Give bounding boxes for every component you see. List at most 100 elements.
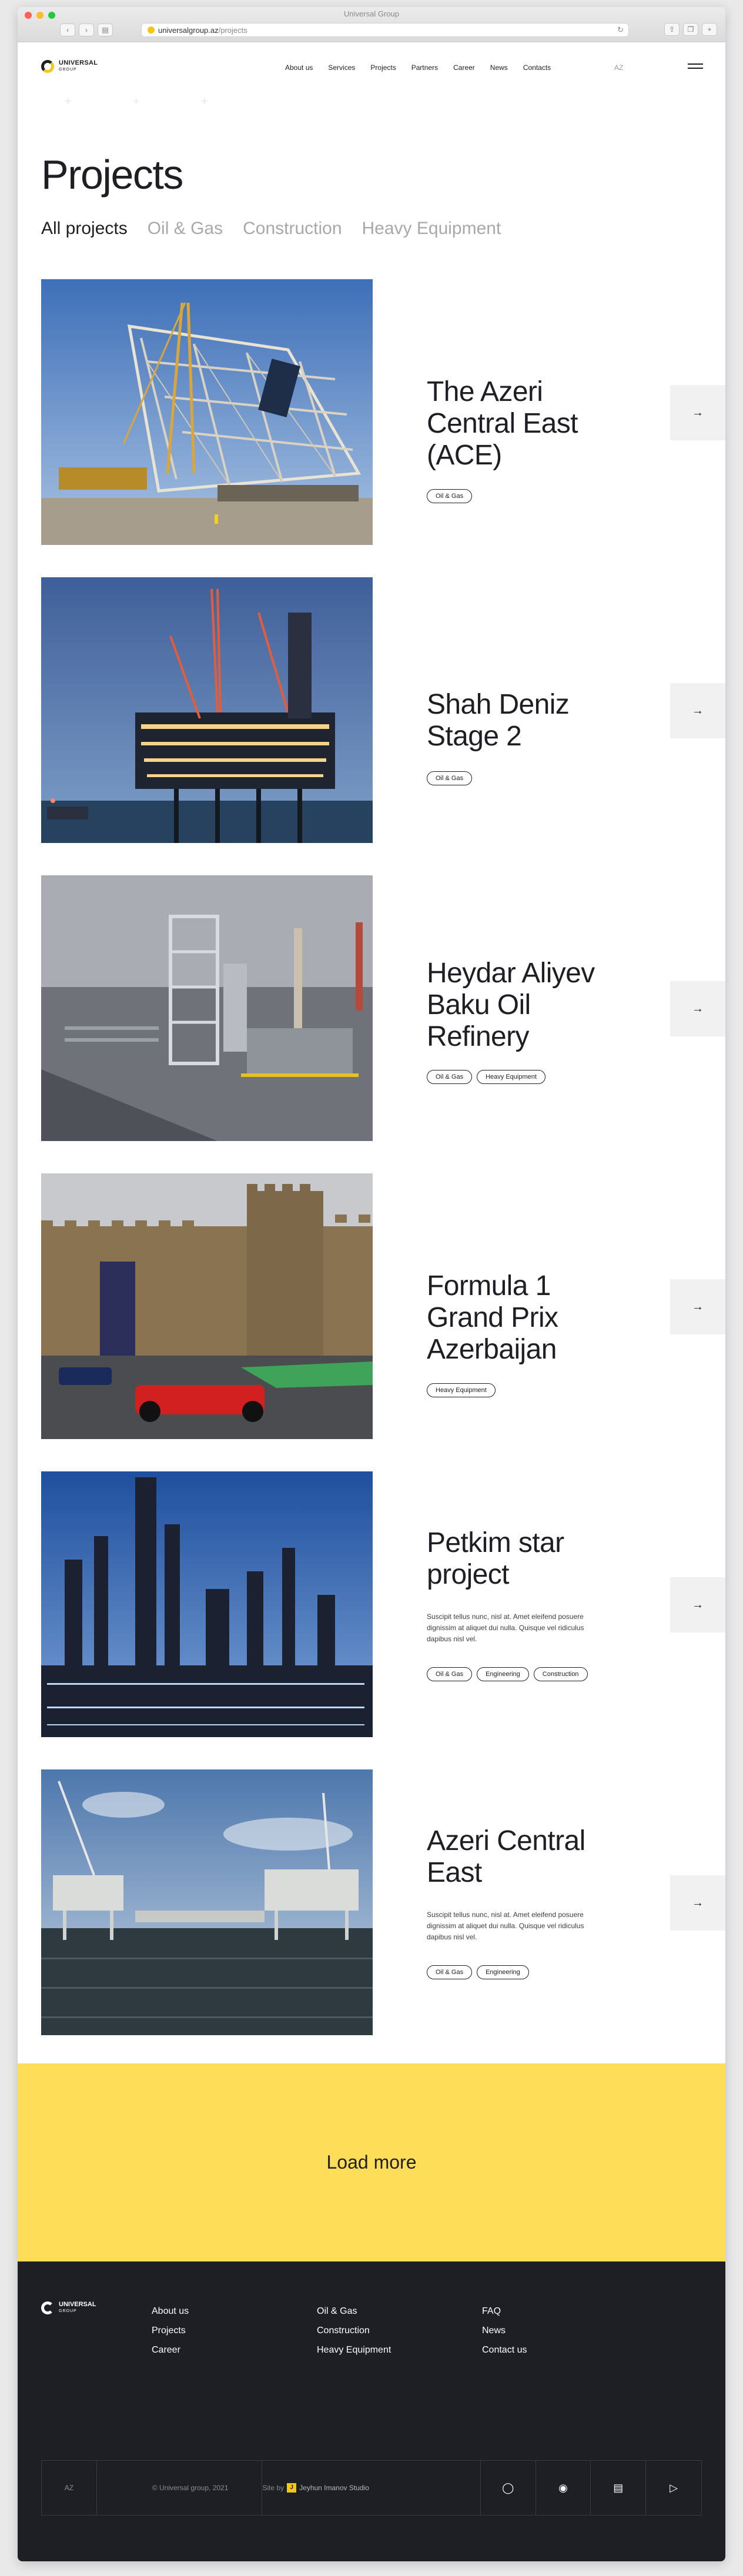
copyright: © Universal group, 2021 — [97, 2461, 263, 2515]
footer-link-news[interactable]: News — [482, 2321, 527, 2340]
arrow-right-icon: → — [692, 704, 704, 717]
project-tags: Oil & Gas — [427, 771, 473, 785]
filter-all-projects[interactable]: All projects — [41, 219, 128, 239]
filter-construction[interactable]: Construction — [243, 219, 342, 239]
project-tag[interactable]: Heavy Equipment — [477, 1070, 545, 1084]
nav-partners[interactable]: Partners — [411, 63, 438, 72]
project-tags: Oil & Gas Engineering — [427, 1965, 529, 1979]
arrow-right-icon: → — [692, 1002, 704, 1015]
open-project-button[interactable]: → — [670, 981, 725, 1036]
project-filters: All projects Oil & Gas Construction Heav… — [41, 219, 501, 239]
site-credit[interactable]: Site by J Jeyhun Imanov Studio — [262, 2461, 481, 2515]
logo-mark-icon — [41, 2301, 54, 2314]
logo-text: UNIVERSAL — [59, 59, 98, 66]
reload-icon[interactable]: ↻ — [617, 25, 624, 35]
project-tag[interactable]: Construction — [533, 1667, 588, 1681]
footer-link-career[interactable]: Career — [152, 2340, 189, 2360]
footer-link-about-us[interactable]: About us — [152, 2301, 189, 2321]
project-title[interactable]: Petkim star project — [427, 1527, 627, 1591]
project-tag[interactable]: Oil & Gas — [427, 771, 473, 785]
footer-link-contact-us[interactable]: Contact us — [482, 2340, 527, 2360]
project-tag[interactable]: Engineering — [477, 1965, 529, 1979]
page-title: Projects — [41, 152, 183, 198]
load-more-button[interactable]: Load more — [18, 2063, 725, 2261]
project-tags: Oil & Gas Engineering Construction — [427, 1667, 588, 1681]
footer-logo[interactable]: UNIVERSAL GROUP — [41, 2301, 96, 2314]
project-card: Azeri Central East Suscipit tellus nunc,… — [41, 1769, 725, 2035]
logo-mark-icon — [41, 60, 54, 73]
site-footer: UNIVERSAL GROUP About us Projects Career … — [18, 2261, 725, 2561]
browser-window: Universal Group ‹ › ▤ universalgroup.az/… — [18, 7, 725, 2561]
tabs-overview-icon[interactable]: ❐ — [683, 23, 698, 36]
filter-oil-gas[interactable]: Oil & Gas — [148, 219, 223, 239]
open-project-button[interactable]: → — [670, 683, 725, 738]
project-image[interactable] — [41, 1471, 373, 1737]
nav-news[interactable]: News — [490, 63, 508, 72]
browser-toolbar: Universal Group ‹ › ▤ universalgroup.az/… — [18, 7, 725, 42]
back-button[interactable]: ‹ — [60, 24, 75, 36]
arrow-right-icon: → — [692, 1300, 704, 1313]
address-bar[interactable]: universalgroup.az/projects ↻ — [141, 23, 629, 37]
footer-link-faq[interactable]: FAQ — [482, 2301, 527, 2321]
footer-link-projects[interactable]: Projects — [152, 2321, 189, 2340]
project-tag[interactable]: Oil & Gas — [427, 1070, 473, 1084]
project-card: Petkim star project Suscipit tellus nunc… — [41, 1471, 725, 1737]
nav-about-us[interactable]: About us — [285, 63, 313, 72]
project-image[interactable] — [41, 1173, 373, 1439]
facebook-icon[interactable]: ◉ — [536, 2461, 591, 2515]
footer-link-construction[interactable]: Construction — [317, 2321, 391, 2340]
project-tag[interactable]: Oil & Gas — [427, 489, 473, 503]
project-card: The Azeri Central East (ACE) Oil & Gas → — [41, 279, 725, 545]
project-tags: Oil & Gas — [427, 489, 473, 503]
footer-logo-text: UNIVERSAL — [59, 2301, 96, 2308]
project-image[interactable] — [41, 577, 373, 843]
site-logo[interactable]: UNIVERSAL GROUP — [41, 60, 98, 73]
nav-projects[interactable]: Projects — [370, 63, 396, 72]
project-title[interactable]: Azeri Central East — [427, 1825, 627, 1889]
project-tag[interactable]: Engineering — [477, 1667, 529, 1681]
menu-icon[interactable] — [688, 63, 703, 72]
close-window-button[interactable] — [25, 12, 32, 19]
forward-button[interactable]: › — [79, 24, 94, 36]
logo-subtext: GROUP — [59, 68, 77, 72]
load-more-label: Load more — [326, 2152, 417, 2173]
footer-link-oil-gas[interactable]: Oil & Gas — [317, 2301, 391, 2321]
nav-services[interactable]: Services — [328, 63, 355, 72]
zoom-window-button[interactable] — [48, 12, 55, 19]
project-card: Heydar Aliyev Baku Oil Refinery Oil & Ga… — [41, 875, 725, 1141]
project-tag[interactable]: Oil & Gas — [427, 1965, 473, 1979]
site-credit-prefix: Site by — [262, 2484, 285, 2492]
project-tags: Heavy Equipment — [427, 1383, 496, 1397]
language-switcher[interactable]: AZ — [614, 63, 623, 72]
footer-language-switcher[interactable]: AZ — [42, 2461, 97, 2515]
project-image[interactable] — [41, 279, 373, 545]
instagram-icon[interactable]: ◯ — [481, 2461, 536, 2515]
share-icon[interactable]: ⇧ — [664, 23, 680, 36]
decor-plus-icon: + — [65, 95, 72, 108]
new-tab-icon[interactable]: + — [702, 23, 717, 36]
filter-heavy-equipment[interactable]: Heavy Equipment — [362, 219, 501, 239]
project-title[interactable]: Shah Deniz Stage 2 — [427, 689, 627, 752]
project-title[interactable]: Formula 1 Grand Prix Azerbaijan — [427, 1270, 627, 1366]
project-tag[interactable]: Oil & Gas — [427, 1667, 473, 1681]
project-description: Suscipit tellus nunc, nisl at. Amet elei… — [427, 1911, 584, 1941]
open-project-button[interactable]: → — [670, 385, 725, 440]
nav-career[interactable]: Career — [453, 63, 475, 72]
project-tag[interactable]: Heavy Equipment — [427, 1383, 496, 1397]
linkedin-icon[interactable]: ▤ — [591, 2461, 647, 2515]
project-title[interactable]: Heydar Aliyev Baku Oil Refinery — [427, 958, 627, 1053]
nav-contacts[interactable]: Contacts — [523, 63, 551, 72]
footer-link-heavy-equipment[interactable]: Heavy Equipment — [317, 2340, 391, 2360]
url-path: /projects — [218, 25, 247, 35]
project-image[interactable] — [41, 1769, 373, 2035]
sidebar-toggle-icon[interactable]: ▤ — [98, 24, 113, 36]
footer-col-services: Oil & Gas Construction Heavy Equipment — [317, 2301, 391, 2360]
open-project-button[interactable]: → — [670, 1875, 725, 1931]
minimize-window-button[interactable] — [36, 12, 43, 19]
project-title[interactable]: The Azeri Central East (ACE) — [427, 376, 627, 471]
youtube-icon[interactable]: ▷ — [646, 2461, 701, 2515]
project-image[interactable] — [41, 875, 373, 1141]
open-project-button[interactable]: → — [670, 1279, 725, 1334]
open-project-button[interactable]: → — [670, 1577, 725, 1632]
arrow-right-icon: → — [692, 1896, 704, 1909]
